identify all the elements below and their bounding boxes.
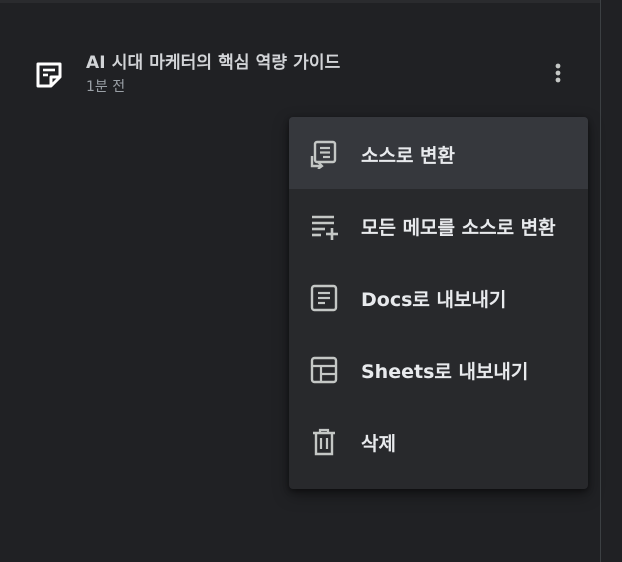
menu-item-label: Sheets로 내보내기 [361, 361, 529, 383]
sheets-icon [309, 355, 339, 385]
menu-item-export-sheets[interactable]: Sheets로 내보내기 [289, 333, 588, 405]
more-vert-icon[interactable] [541, 56, 575, 90]
note-timestamp: 1분 전 [86, 79, 126, 95]
menu-item-label: 삭제 [361, 433, 396, 455]
note-title: AI 시대 마케터의 핵심 역량 가이드 [86, 53, 341, 73]
top-divider [0, 0, 600, 3]
note-item[interactable]: AI 시대 마케터의 핵심 역량 가이드 1분 전 [0, 40, 600, 110]
menu-item-label: 소스로 변환 [361, 145, 456, 167]
note-context-menu: 소스로 변환 모든 메모를 소스로 변환 Docs로 내보내기 Sheets로 … [289, 117, 588, 489]
menu-item-label: 모든 메모를 소스로 변환 [361, 217, 556, 239]
menu-item-delete[interactable]: 삭제 [289, 405, 588, 477]
menu-item-convert-all-notes[interactable]: 모든 메모를 소스로 변환 [289, 189, 588, 261]
docs-icon [309, 283, 339, 313]
convert-to-source-icon [309, 139, 339, 169]
panel-divider [600, 0, 601, 562]
playlist-add-icon [309, 211, 339, 241]
menu-item-convert-to-source[interactable]: 소스로 변환 [289, 117, 588, 189]
menu-item-label: Docs로 내보내기 [361, 289, 507, 311]
note-icon [34, 60, 64, 90]
trash-icon [309, 427, 339, 457]
menu-item-export-docs[interactable]: Docs로 내보내기 [289, 261, 588, 333]
